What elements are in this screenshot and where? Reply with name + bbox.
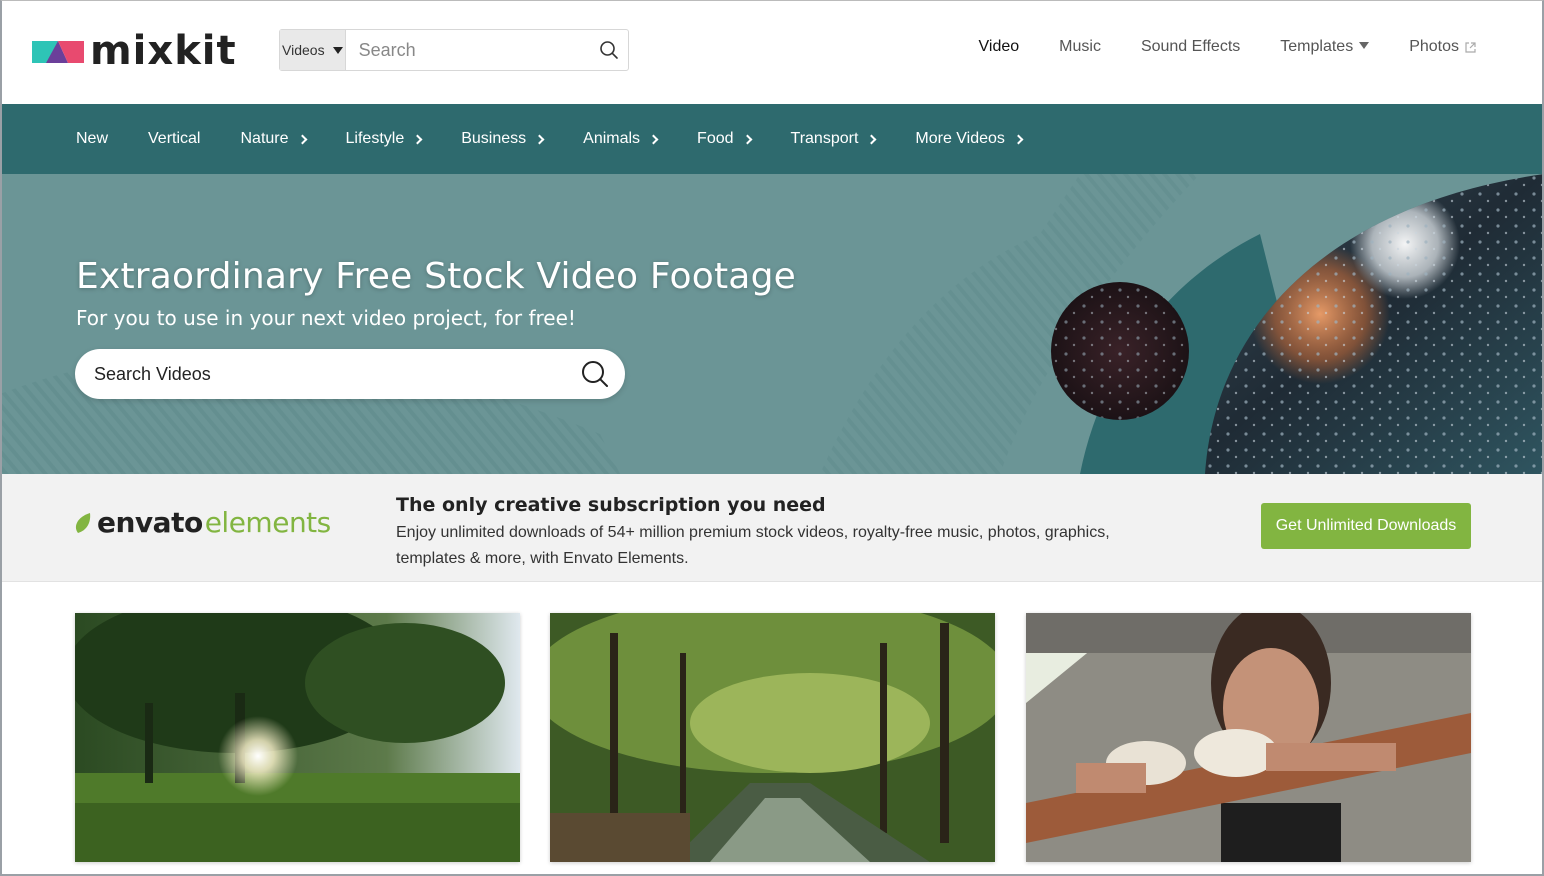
- hero-subtitle: For you to use in your next video projec…: [76, 306, 576, 330]
- envato-description: Enjoy unlimited downloads of 54+ million…: [396, 524, 1110, 567]
- category-label: Nature: [240, 130, 289, 147]
- get-unlimited-downloads-button[interactable]: Get Unlimited Downloads: [1261, 503, 1471, 549]
- envato-leaf-icon: [75, 512, 91, 533]
- nav-sound-effects[interactable]: Sound Effects: [1141, 38, 1240, 56]
- hero-title: Extraordinary Free Stock Video Footage: [76, 256, 796, 297]
- hero-search: [75, 349, 625, 399]
- nav-video-label: Video: [978, 38, 1020, 55]
- category-food[interactable]: Food: [697, 130, 752, 148]
- chevron-right-icon: [412, 134, 423, 144]
- chevron-right-icon: [866, 134, 877, 144]
- mixkit-logo-mark-icon: [32, 41, 84, 63]
- category-label: More Videos: [915, 130, 1005, 147]
- hero-banner: Extraordinary Free Stock Video Footage F…: [0, 174, 1544, 474]
- header-search-input[interactable]: [345, 30, 591, 70]
- nav-music-label: Music: [1059, 38, 1101, 55]
- external-link-icon: [1465, 41, 1476, 53]
- forest-stream-image: [550, 613, 995, 862]
- category-business[interactable]: Business: [461, 130, 545, 148]
- chevron-right-icon: [648, 134, 659, 144]
- video-thumbnail[interactable]: [75, 613, 520, 862]
- nav-photos-label: Photos: [1409, 38, 1459, 55]
- video-thumbnail[interactable]: [550, 613, 995, 862]
- category-label: Business: [461, 130, 527, 147]
- top-nav: Video Music Sound Effects Templates Phot…: [939, 38, 1476, 56]
- nav-sound-effects-label: Sound Effects: [1140, 38, 1241, 55]
- video-thumbnail[interactable]: [1026, 613, 1471, 862]
- triangle-down-icon: [1359, 42, 1370, 49]
- category-nature[interactable]: Nature: [240, 130, 307, 148]
- search-scope-label: Videos: [282, 42, 325, 58]
- nav-music[interactable]: Music: [1059, 38, 1101, 56]
- header-search: Videos: [279, 29, 629, 71]
- category-label: Lifestyle: [345, 130, 405, 147]
- envato-promo: envato elements The only creative subscri…: [0, 474, 1544, 582]
- envato-title: The only creative subscription you need: [396, 494, 826, 516]
- elements-wordmark: elements: [204, 506, 332, 539]
- category-label: Animals: [583, 130, 641, 147]
- site-header: mixkit Videos Video Music Sound Effects …: [0, 0, 1544, 104]
- chevron-right-icon: [1013, 134, 1024, 144]
- hero-search-button[interactable]: [565, 360, 625, 388]
- hero-search-input[interactable]: [94, 363, 565, 385]
- category-new[interactable]: New: [76, 130, 108, 148]
- search-icon: [600, 41, 619, 59]
- header-search-button[interactable]: [591, 30, 628, 70]
- chevron-right-icon: [534, 134, 545, 144]
- category-more-videos[interactable]: More Videos: [915, 130, 1024, 148]
- triangle-down-icon: [332, 46, 343, 54]
- envato-wordmark: envato: [97, 506, 203, 539]
- category-lifestyle[interactable]: Lifestyle: [345, 130, 423, 148]
- nav-photos[interactable]: Photos: [1409, 38, 1476, 56]
- logo-wordmark: mixkit: [90, 28, 237, 74]
- category-transport[interactable]: Transport: [790, 130, 877, 148]
- nav-templates-label: Templates: [1280, 38, 1354, 55]
- chevron-right-icon: [742, 134, 752, 144]
- category-bar: New Vertical Nature Lifestyle Business A…: [0, 104, 1544, 174]
- search-scope-select[interactable]: Videos: [280, 30, 346, 70]
- category-animals[interactable]: Animals: [583, 130, 659, 148]
- park-sunset-image: [75, 613, 520, 862]
- search-icon: [582, 361, 608, 387]
- nav-templates[interactable]: Templates: [1280, 38, 1370, 56]
- boxer-image: [1026, 613, 1471, 862]
- category-label: Food: [697, 130, 734, 147]
- category-label: New: [76, 130, 109, 147]
- category-label: Transport: [790, 130, 859, 147]
- mixkit-logo[interactable]: mixkit: [32, 26, 237, 76]
- nav-video[interactable]: Video: [979, 38, 1020, 56]
- envato-elements-logo[interactable]: envato elements: [74, 506, 331, 539]
- category-label: Vertical: [148, 130, 201, 147]
- chevron-right-icon: [297, 134, 307, 144]
- category-vertical[interactable]: Vertical: [148, 130, 200, 148]
